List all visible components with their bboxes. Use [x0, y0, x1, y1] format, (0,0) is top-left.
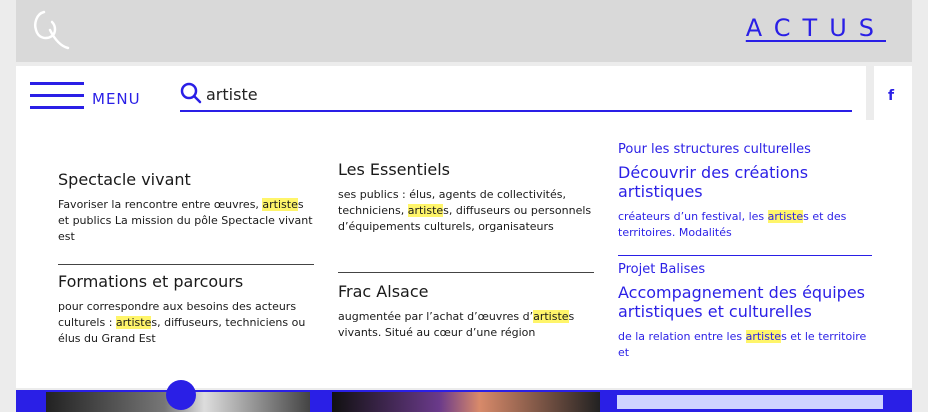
result-title[interactable]: Découvrir des créations artistiques [618, 163, 874, 201]
divider [58, 264, 314, 265]
result-category[interactable]: Projet Balises [618, 262, 874, 277]
result-title[interactable]: Formations et parcours [58, 272, 314, 291]
search-input[interactable] [206, 82, 806, 106]
result-title[interactable]: Spectacle vivant [58, 170, 314, 189]
logo-icon[interactable] [30, 8, 70, 50]
result-item[interactable]: Formations et parcours pour correspondre… [58, 272, 314, 347]
menu-button[interactable]: MENU [30, 78, 150, 114]
search-bar [180, 80, 852, 112]
result-snippet: créateurs d’un festival, les artistes et… [618, 210, 847, 239]
result-item[interactable]: Les Essentiels ses publics : élus, agent… [338, 160, 594, 235]
search-icon[interactable] [180, 82, 202, 104]
result-snippet: ses publics : élus, agents de collectivi… [338, 188, 592, 233]
top-bar: ACTUS [16, 0, 912, 62]
result-item[interactable]: Pour les structures culturelles Découvri… [618, 142, 874, 241]
result-title[interactable]: Les Essentiels [338, 160, 594, 179]
result-item[interactable]: Frac Alsace augmentée par l’achat d’œuvr… [338, 282, 594, 341]
result-snippet: augmentée par l’achat d’œuvres d’artiste… [338, 310, 575, 339]
divider [338, 272, 594, 273]
hamburger-line [30, 82, 84, 85]
actus-link[interactable]: ACTUS [746, 14, 886, 42]
menu-label: MENU [92, 90, 141, 108]
divider [618, 255, 872, 256]
card-thumbnail[interactable] [614, 392, 886, 412]
hamburger-line [30, 106, 84, 109]
result-title[interactable]: Frac Alsace [338, 282, 594, 301]
result-item[interactable]: Projet Balises Accompagnement des équipe… [618, 262, 874, 361]
result-item[interactable]: Spectacle vivant Favoriser la rencontre … [58, 170, 314, 245]
result-snippet: pour correspondre aux besoins des acteur… [58, 300, 306, 345]
badge-icon [166, 380, 196, 410]
hamburger-line [30, 94, 84, 97]
result-snippet: Favoriser la rencontre entre œuvres, art… [58, 198, 313, 243]
card-thumbnail[interactable] [332, 392, 600, 412]
result-category[interactable]: Pour les structures culturelles [618, 142, 874, 157]
result-title[interactable]: Accompagnement des équipes artistiques e… [618, 283, 874, 321]
panel-separator [866, 66, 874, 120]
facebook-icon[interactable]: f [888, 88, 894, 104]
result-snippet: de la relation entre les artistes et le … [618, 330, 867, 359]
